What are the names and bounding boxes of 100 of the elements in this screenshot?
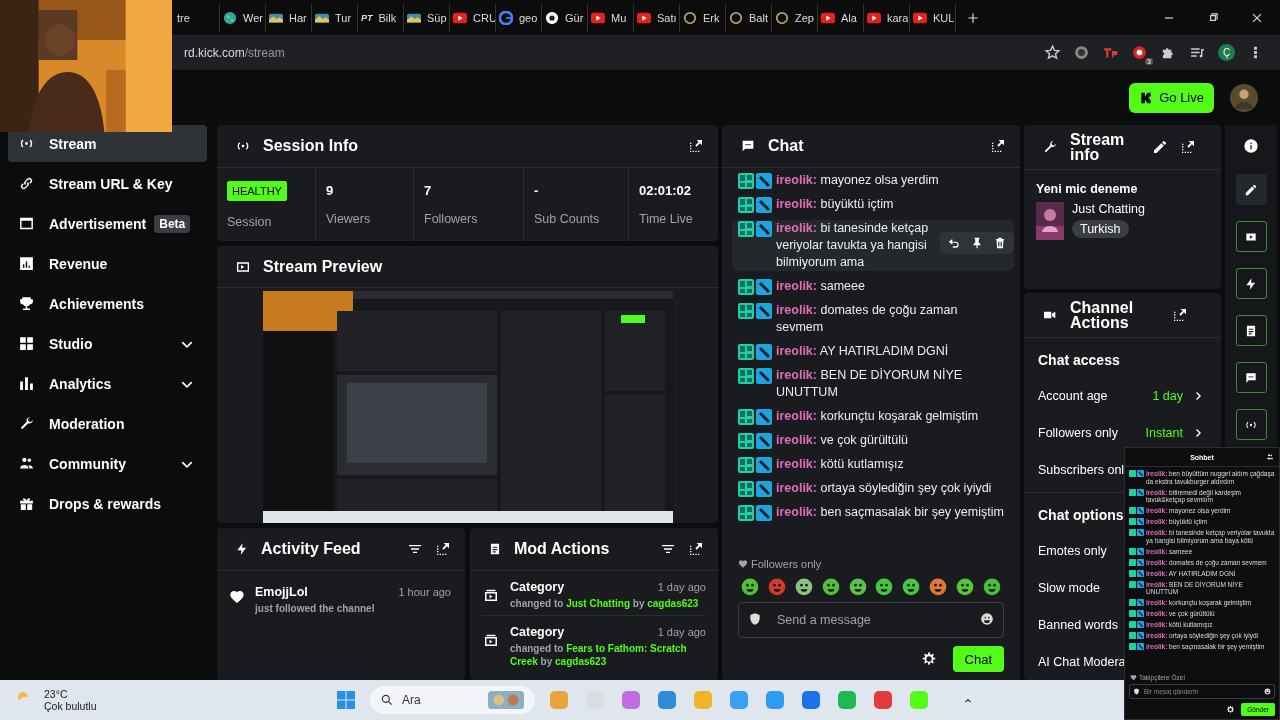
popout-icon[interactable] (435, 541, 451, 557)
emoji-icon[interactable] (980, 612, 994, 626)
chat-message: ireolik: domates de çoğu zaman sevmem (776, 302, 959, 336)
popout-icon[interactable] (688, 541, 704, 557)
setting-value[interactable]: 1 day (1152, 388, 1183, 403)
emote-icon[interactable] (847, 576, 868, 596)
browser-tab[interactable]: Tur (312, 3, 358, 32)
edit-button[interactable] (1235, 174, 1267, 205)
browser-tab[interactable]: Zep (772, 3, 818, 32)
sidebar-item[interactable]: Community (8, 445, 207, 482)
people-icon[interactable] (1266, 453, 1274, 461)
hammer-badge-icon (756, 481, 772, 497)
language-tag[interactable]: Turkish (1072, 220, 1129, 238)
chat-message: ireolik: AY HATIRLADIM DGNİ (776, 343, 950, 360)
taskbar-app-icon[interactable] (871, 688, 895, 712)
go-live-button[interactable]: Go Live (1129, 82, 1214, 113)
hammer-badge-icon (1137, 580, 1144, 588)
browser-tab[interactable]: Balt (726, 3, 772, 32)
sidebar-item[interactable]: Drops & rewards (8, 485, 207, 522)
emote-icon[interactable] (740, 576, 760, 596)
new-tab-icon[interactable] (966, 10, 980, 25)
sidebar-label: Stream (49, 135, 97, 152)
address-field[interactable]: rd.kick.com/stream (180, 43, 289, 62)
emote-icon[interactable] (793, 576, 814, 596)
hammer-badge-icon (756, 173, 772, 189)
temperature: 23°C (44, 688, 69, 700)
sidebar-item[interactable]: Stream URL & Key (8, 165, 207, 202)
quick-action-button[interactable] (1235, 268, 1267, 299)
settings-icon[interactable] (1226, 705, 1236, 714)
edit-icon[interactable] (1152, 139, 1168, 155)
menu-item-icon (18, 415, 35, 432)
quick-action-button[interactable] (1235, 221, 1267, 252)
square-badge-icon (738, 344, 754, 360)
square-badge-icon (738, 197, 754, 213)
hammer-badge-icon (756, 344, 772, 360)
square-badge-icon (738, 221, 754, 237)
browser-tab[interactable]: Süp (404, 3, 450, 32)
user-avatar[interactable] (1230, 83, 1258, 112)
g-logo-icon (499, 10, 513, 25)
browser-tab[interactable]: Gür (542, 3, 588, 32)
emote-icon[interactable] (766, 576, 787, 596)
taskbar-app-icon[interactable] (655, 688, 679, 712)
sidebar-item[interactable]: Analytics (8, 365, 207, 402)
taskbar-app-icon[interactable] (619, 688, 643, 712)
popout-icon[interactable] (1172, 307, 1188, 323)
bookmark-star-icon[interactable] (1044, 44, 1061, 61)
emote-icon[interactable] (981, 576, 1002, 596)
emote-icon[interactable] (820, 576, 841, 596)
sidebar-label: Advertisement (49, 215, 147, 232)
sidebar-label: Analytics (49, 375, 112, 392)
hammer-badge-icon (1137, 470, 1144, 477)
browser-tab[interactable]: geo (496, 3, 542, 32)
category-name[interactable]: Just Chatting (1072, 202, 1145, 216)
trash-icon[interactable] (993, 236, 1007, 250)
browser-tab[interactable]: kara (864, 3, 910, 32)
taskbar-app-icon[interactable] (799, 688, 823, 712)
message-input[interactable]: Send a message (738, 602, 1004, 638)
popout-icon[interactable] (688, 138, 704, 154)
browser-tab[interactable]: tre (174, 3, 220, 32)
emote-icon[interactable] (901, 576, 922, 596)
hammer-badge-icon (1137, 599, 1144, 606)
note-icon (488, 542, 502, 556)
windows-start-icon[interactable] (334, 688, 358, 712)
profile-avatar[interactable]: Ç (1218, 44, 1235, 61)
sidebar-item[interactable]: Revenue (8, 245, 207, 282)
popout-icon[interactable] (1180, 139, 1196, 155)
send-chat-button[interactable]: Chat (952, 646, 1004, 672)
sidebar-item[interactable]: Moderation (8, 405, 207, 442)
sidebar-item[interactable]: Advertisement Beta (8, 205, 207, 242)
quick-action-button[interactable] (1235, 362, 1267, 393)
popout-icon[interactable] (990, 138, 1006, 154)
setting-label: Slow mode (1038, 580, 1100, 595)
browser-tab[interactable]: Wer (220, 3, 266, 32)
weather-condition: Çok bulutlu (44, 700, 97, 712)
panel-title: Chat (768, 137, 805, 155)
stat-value: 7 (424, 183, 433, 198)
emote-icon[interactable] (874, 576, 895, 596)
event-description: just followed the channel (255, 602, 376, 615)
emoji-icon[interactable] (1264, 688, 1271, 695)
browser-tab[interactable]: PT Bilk (358, 3, 404, 32)
info-icon[interactable] (1243, 138, 1259, 154)
menu-item-icon (18, 255, 35, 272)
browser-tab[interactable]: Mu (588, 3, 634, 32)
heart-icon (1130, 674, 1137, 681)
quick-action-button[interactable] (1235, 315, 1267, 346)
setting-label: Followers only (1038, 425, 1118, 440)
settings-icon[interactable] (920, 651, 937, 667)
taskbar-search-field[interactable]: Ara (370, 686, 535, 714)
browser-tab[interactable]: Har (266, 3, 312, 32)
browser-tab[interactable]: Ala (818, 3, 864, 32)
stream-title: Yeni mic deneme (1036, 182, 1139, 196)
emote-icon[interactable] (928, 576, 949, 596)
browser-tab[interactable]: KUL (910, 3, 956, 32)
browser-tab[interactable]: Satı (634, 3, 680, 32)
sidebar-item[interactable]: Studio (8, 325, 207, 362)
emote-icon[interactable] (955, 576, 975, 596)
extension-icon[interactable] (1131, 44, 1148, 61)
setting-value[interactable]: Instant (1145, 425, 1183, 440)
sidebar-item[interactable]: Achievements (8, 285, 207, 322)
browser-tab[interactable]: Erk (680, 3, 726, 32)
